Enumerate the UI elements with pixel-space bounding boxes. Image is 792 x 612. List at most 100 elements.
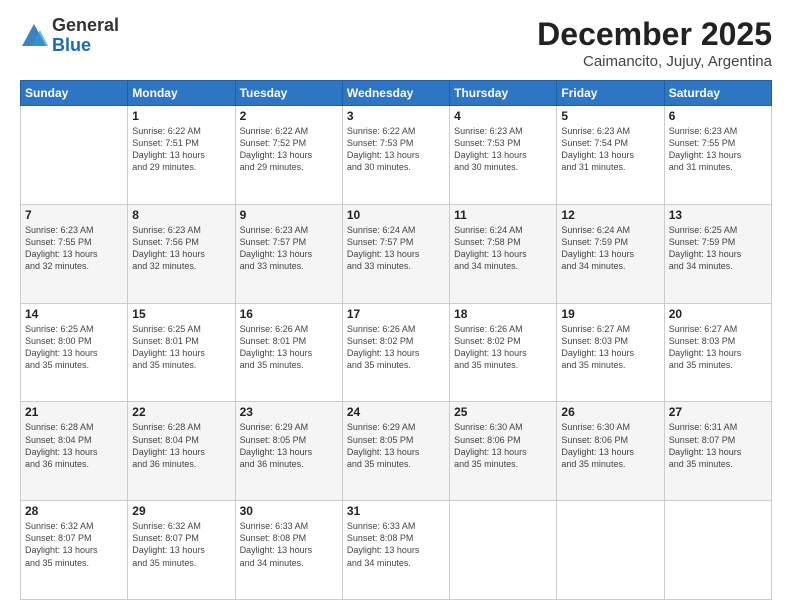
table-row: 20 Sunrise: 6:27 AMSunset: 8:03 PMDayligh… bbox=[664, 303, 771, 402]
table-row: 28Sunrise: 6:32 AMSunset: 8:07 PMDayligh… bbox=[21, 501, 128, 600]
table-row: 17Sunrise: 6:26 AMSunset: 8:02 PMDayligh… bbox=[342, 303, 449, 402]
day-number: 9 bbox=[240, 208, 338, 222]
day-number: 8 bbox=[132, 208, 230, 222]
calendar-week-row: 7 Sunrise: 6:23 AMSunset: 7:55 PMDaylight… bbox=[21, 204, 772, 303]
day-info: Sunrise: 6:32 AMSunset: 8:07 PMDaylight:… bbox=[132, 520, 230, 569]
day-number: 2 bbox=[240, 109, 338, 123]
day-info: Sunrise: 6:31 AMSunset: 8:07 PMDaylight:… bbox=[669, 421, 767, 470]
logo: General Blue bbox=[20, 16, 119, 56]
table-row: 31 Sunrise: 6:33 AMSunset: 8:08 PMDayligh… bbox=[342, 501, 449, 600]
day-info: Sunrise: 6:28 AMSunset: 8:04 PMDaylight:… bbox=[25, 421, 123, 470]
logo-icon bbox=[20, 22, 48, 50]
calendar-table: Sunday Monday Tuesday Wednesday Thursday… bbox=[20, 80, 772, 600]
day-info: Sunrise: 6:23 AMSunset: 7:56 PMDaylight:… bbox=[132, 224, 230, 273]
table-row: 27 Sunrise: 6:31 AMSunset: 8:07 PMDayligh… bbox=[664, 402, 771, 501]
day-number: 14 bbox=[25, 307, 123, 321]
day-number: 31 bbox=[347, 504, 445, 518]
col-friday: Friday bbox=[557, 81, 664, 106]
day-info: Sunrise: 6:22 AMSunset: 7:53 PMDaylight:… bbox=[347, 125, 445, 174]
day-info: Sunrise: 6:23 AMSunset: 7:55 PMDaylight:… bbox=[25, 224, 123, 273]
day-info: Sunrise: 6:27 AMSunset: 8:03 PMDaylight:… bbox=[669, 323, 767, 372]
day-info: Sunrise: 6:29 AMSunset: 8:05 PMDaylight:… bbox=[347, 421, 445, 470]
day-number: 27 bbox=[669, 405, 767, 419]
day-info: Sunrise: 6:23 AMSunset: 7:54 PMDaylight:… bbox=[561, 125, 659, 174]
day-number: 7 bbox=[25, 208, 123, 222]
day-number: 22 bbox=[132, 405, 230, 419]
table-row: 22Sunrise: 6:28 AMSunset: 8:04 PMDayligh… bbox=[128, 402, 235, 501]
logo-general: General bbox=[52, 15, 119, 35]
col-saturday: Saturday bbox=[664, 81, 771, 106]
day-number: 3 bbox=[347, 109, 445, 123]
day-info: Sunrise: 6:30 AMSunset: 8:06 PMDaylight:… bbox=[561, 421, 659, 470]
day-info: Sunrise: 6:23 AMSunset: 7:55 PMDaylight:… bbox=[669, 125, 767, 174]
day-info: Sunrise: 6:29 AMSunset: 8:05 PMDaylight:… bbox=[240, 421, 338, 470]
day-info: Sunrise: 6:25 AMSunset: 8:01 PMDaylight:… bbox=[132, 323, 230, 372]
table-row: 25 Sunrise: 6:30 AMSunset: 8:06 PMDayligh… bbox=[450, 402, 557, 501]
location-subtitle: Caimancito, Jujuy, Argentina bbox=[537, 53, 772, 70]
table-row: 18 Sunrise: 6:26 AMSunset: 8:02 PMDayligh… bbox=[450, 303, 557, 402]
col-tuesday: Tuesday bbox=[235, 81, 342, 106]
day-number: 15 bbox=[132, 307, 230, 321]
table-row: 3 Sunrise: 6:22 AMSunset: 7:53 PMDaylight… bbox=[342, 106, 449, 205]
day-info: Sunrise: 6:22 AMSunset: 7:51 PMDaylight:… bbox=[132, 125, 230, 174]
day-number: 25 bbox=[454, 405, 552, 419]
table-row: 1 Sunrise: 6:22 AMSunset: 7:51 PMDaylight… bbox=[128, 106, 235, 205]
day-info: Sunrise: 6:23 AMSunset: 7:57 PMDaylight:… bbox=[240, 224, 338, 273]
col-sunday: Sunday bbox=[21, 81, 128, 106]
table-row: 4 Sunrise: 6:23 AMSunset: 7:53 PMDaylight… bbox=[450, 106, 557, 205]
calendar-week-row: 21 Sunrise: 6:28 AMSunset: 8:04 PMDayligh… bbox=[21, 402, 772, 501]
day-info: Sunrise: 6:24 AMSunset: 7:58 PMDaylight:… bbox=[454, 224, 552, 273]
table-row: 10Sunrise: 6:24 AMSunset: 7:57 PMDayligh… bbox=[342, 204, 449, 303]
table-row: 14Sunrise: 6:25 AMSunset: 8:00 PMDayligh… bbox=[21, 303, 128, 402]
calendar-week-row: 14Sunrise: 6:25 AMSunset: 8:00 PMDayligh… bbox=[21, 303, 772, 402]
day-number: 26 bbox=[561, 405, 659, 419]
table-row: 15 Sunrise: 6:25 AMSunset: 8:01 PMDayligh… bbox=[128, 303, 235, 402]
day-number: 23 bbox=[240, 405, 338, 419]
table-row bbox=[557, 501, 664, 600]
col-thursday: Thursday bbox=[450, 81, 557, 106]
table-row: 30Sunrise: 6:33 AMSunset: 8:08 PMDayligh… bbox=[235, 501, 342, 600]
table-row: 5 Sunrise: 6:23 AMSunset: 7:54 PMDaylight… bbox=[557, 106, 664, 205]
table-row: 16 Sunrise: 6:26 AMSunset: 8:01 PMDayligh… bbox=[235, 303, 342, 402]
day-number: 1 bbox=[132, 109, 230, 123]
table-row bbox=[21, 106, 128, 205]
table-row: 21 Sunrise: 6:28 AMSunset: 8:04 PMDayligh… bbox=[21, 402, 128, 501]
day-number: 13 bbox=[669, 208, 767, 222]
table-row: 13 Sunrise: 6:25 AMSunset: 7:59 PMDayligh… bbox=[664, 204, 771, 303]
table-row: 12Sunrise: 6:24 AMSunset: 7:59 PMDayligh… bbox=[557, 204, 664, 303]
day-number: 16 bbox=[240, 307, 338, 321]
day-info: Sunrise: 6:23 AMSunset: 7:53 PMDaylight:… bbox=[454, 125, 552, 174]
day-number: 29 bbox=[132, 504, 230, 518]
logo-text: General Blue bbox=[52, 16, 119, 56]
table-row: 26 Sunrise: 6:30 AMSunset: 8:06 PMDayligh… bbox=[557, 402, 664, 501]
month-title: December 2025 bbox=[537, 16, 772, 53]
day-number: 6 bbox=[669, 109, 767, 123]
day-number: 20 bbox=[669, 307, 767, 321]
day-info: Sunrise: 6:26 AMSunset: 8:02 PMDaylight:… bbox=[347, 323, 445, 372]
day-info: Sunrise: 6:24 AMSunset: 7:57 PMDaylight:… bbox=[347, 224, 445, 273]
calendar-week-row: 1 Sunrise: 6:22 AMSunset: 7:51 PMDaylight… bbox=[21, 106, 772, 205]
day-info: Sunrise: 6:22 AMSunset: 7:52 PMDaylight:… bbox=[240, 125, 338, 174]
day-info: Sunrise: 6:25 AMSunset: 7:59 PMDaylight:… bbox=[669, 224, 767, 273]
day-info: Sunrise: 6:33 AMSunset: 8:08 PMDaylight:… bbox=[347, 520, 445, 569]
col-wednesday: Wednesday bbox=[342, 81, 449, 106]
table-row: 7 Sunrise: 6:23 AMSunset: 7:55 PMDaylight… bbox=[21, 204, 128, 303]
day-info: Sunrise: 6:24 AMSunset: 7:59 PMDaylight:… bbox=[561, 224, 659, 273]
calendar-header-row: Sunday Monday Tuesday Wednesday Thursday… bbox=[21, 81, 772, 106]
header: General Blue December 2025 Caimancito, J… bbox=[20, 16, 772, 70]
day-info: Sunrise: 6:26 AMSunset: 8:01 PMDaylight:… bbox=[240, 323, 338, 372]
day-info: Sunrise: 6:26 AMSunset: 8:02 PMDaylight:… bbox=[454, 323, 552, 372]
day-info: Sunrise: 6:30 AMSunset: 8:06 PMDaylight:… bbox=[454, 421, 552, 470]
table-row: 19Sunrise: 6:27 AMSunset: 8:03 PMDayligh… bbox=[557, 303, 664, 402]
day-number: 5 bbox=[561, 109, 659, 123]
day-number: 28 bbox=[25, 504, 123, 518]
calendar-week-row: 28 Sunrise: 6:32 AMSunset: 8:07 PMDayligh… bbox=[21, 501, 772, 600]
table-row: 2 Sunrise: 6:22 AMSunset: 7:52 PMDaylight… bbox=[235, 106, 342, 205]
day-number: 18 bbox=[454, 307, 552, 321]
table-row: 8 Sunrise: 6:23 AMSunset: 7:56 PMDaylight… bbox=[128, 204, 235, 303]
day-number: 21 bbox=[25, 405, 123, 419]
title-block: December 2025 Caimancito, Jujuy, Argenti… bbox=[537, 16, 772, 70]
table-row: 11 Sunrise: 6:24 AMSunset: 7:58 PMDayligh… bbox=[450, 204, 557, 303]
day-number: 4 bbox=[454, 109, 552, 123]
day-number: 11 bbox=[454, 208, 552, 222]
